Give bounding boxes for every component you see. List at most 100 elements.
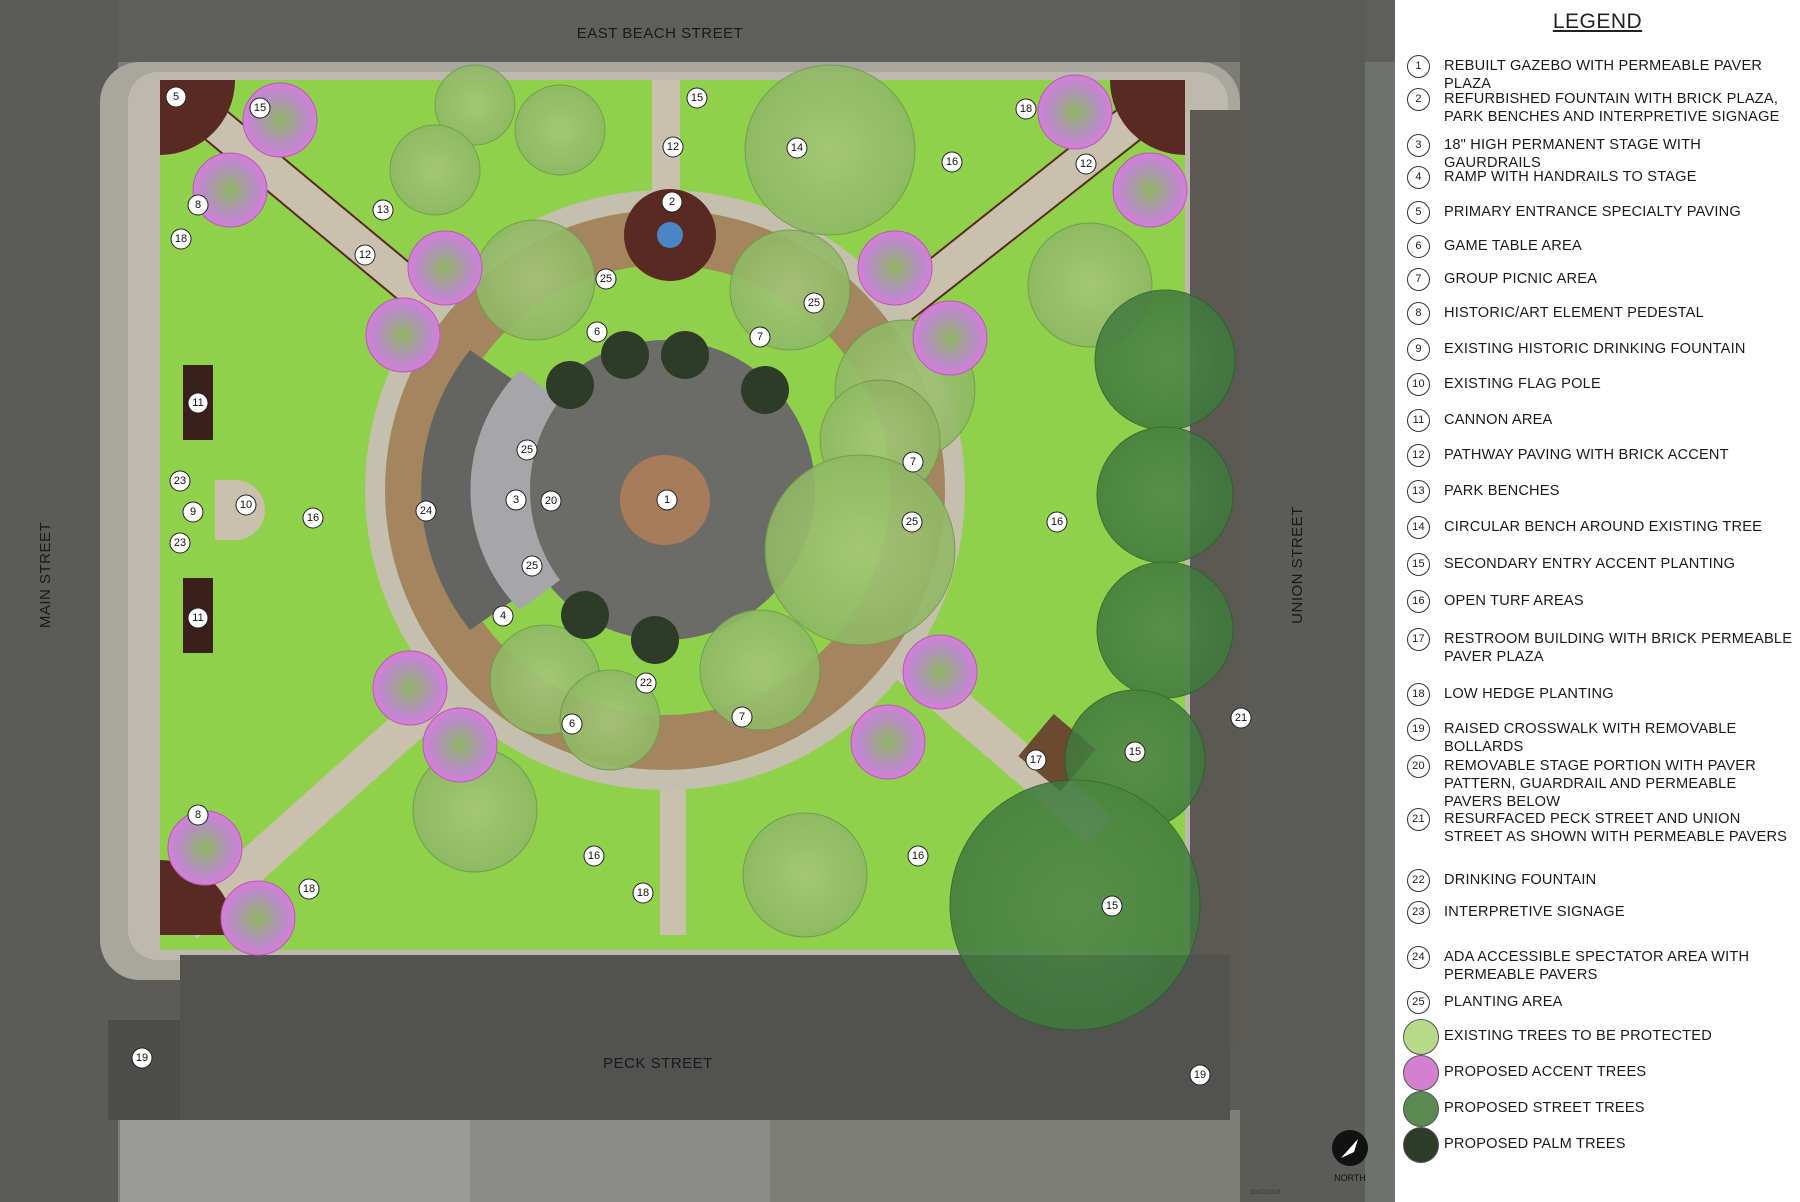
legend-text: GROUP PICNIC AREA [1444,271,1598,287]
legend-number: 23 [1407,901,1430,924]
legend-text: PATHWAY PAVING WITH BRICK ACCENT [1444,447,1729,463]
legend-text: HISTORIC/ART ELEMENT PEDESTAL [1444,305,1704,321]
legend-number: 2 [1407,88,1430,111]
callout-18a: 18 [170,228,192,250]
legend-number: 10 [1407,373,1430,396]
legend-number: 12 [1407,444,1430,467]
callout-25b: 25 [803,292,825,314]
legend-text: SECONDARY ENTRY ACCENT PLANTING [1444,556,1736,572]
callout-19b: 19 [1189,1064,1211,1086]
legend-number: 7 [1407,268,1430,291]
callout-18b: 18 [1015,98,1037,120]
legend-number: 25 [1407,991,1430,1014]
svg-text:17: 17 [1030,754,1042,766]
svg-text:7: 7 [910,456,916,468]
legend-text: PLANTING AREA [1444,994,1563,1010]
fountain [657,222,683,248]
legend-text: EXISTING FLAG POLE [1444,376,1601,392]
callout-12a: 12 [662,136,684,158]
callout-16a: 16 [302,507,324,529]
callout-9: 9 [182,501,204,523]
callout-4: 4 [492,605,514,627]
callout-22: 22 [635,672,657,694]
callout-25a: 25 [595,268,617,290]
legend-text: PARK BENCHES [1444,483,1560,499]
callout-6a: 6 [586,321,608,343]
legend-number: 13 [1407,480,1430,503]
svg-text:11: 11 [192,397,203,409]
svg-text:13: 13 [377,204,389,216]
legend-text: EXISTING TREES TO BE PROTECTED [1444,1028,1712,1044]
svg-text:15: 15 [691,92,703,104]
legend-text: 18" HIGH PERMANENT STAGE WITH GAURDRAILS [1444,137,1701,171]
palm-tree-icon [1403,1127,1439,1163]
svg-text:25: 25 [526,560,538,572]
legend-number: 17 [1407,628,1430,651]
svg-text:6: 6 [594,326,600,338]
north-arrow: NORTH [1320,1128,1380,1183]
callout-1: 1 [656,489,678,511]
legend-text: INTERPRETIVE SIGNAGE [1444,904,1625,920]
legend-number: 16 [1407,590,1430,613]
svg-text:16: 16 [946,156,958,168]
callout-13: 13 [372,199,394,221]
legend-text: REMOVABLE STAGE PORTION WITH PAVER PATTE… [1444,758,1756,810]
svg-text:25: 25 [600,273,612,285]
callout-5: 5 [165,86,187,108]
svg-text:11: 11 [192,612,203,624]
callout-12c: 12 [354,244,376,266]
svg-text:5: 5 [173,91,179,103]
legend-text: RAISED CROSSWALK WITH REMOVABLE BOLLARDS [1444,721,1737,755]
legend-text: RESURFACED PECK STREET AND UNION STREET … [1444,811,1788,845]
legend-text: EXISTING HISTORIC DRINKING FOUNTAIN [1444,341,1746,357]
legend-number: 11 [1407,409,1430,432]
callout-20: 20 [540,490,562,512]
svg-text:12: 12 [1080,158,1092,170]
callout-16c: 16 [1046,511,1068,533]
svg-text:23: 23 [174,475,186,487]
svg-text:6: 6 [569,718,575,730]
callout-12b: 12 [1075,153,1097,175]
callout-7c: 7 [731,706,753,728]
svg-text:12: 12 [667,141,679,153]
legend-text: REBUILT GAZEBO WITH PERMEABLE PAVER PLAZ… [1444,58,1763,92]
street-label-west: MAIN STREET [37,522,54,628]
legend-text: REFURBISHED FOUNTAIN WITH BRICK PLAZA, P… [1444,91,1780,125]
callout-7b: 7 [902,451,924,473]
svg-text:25: 25 [906,516,918,528]
svg-text:16: 16 [1051,516,1063,528]
legend-number: 1 [1407,55,1430,78]
legend-number: 15 [1407,553,1430,576]
svg-text:19: 19 [136,1052,148,1064]
svg-text:25: 25 [808,297,820,309]
callout-3: 3 [505,489,527,511]
legend-text: GAME TABLE AREA [1444,238,1582,254]
svg-text:14: 14 [791,142,803,154]
street-label-north: EAST BEACH STREET [577,25,744,42]
callout-23a: 23 [169,470,191,492]
legend-number: 22 [1407,869,1430,892]
building-south-2 [470,1120,770,1202]
plan-date: 10/02/2019 [1250,1190,1281,1196]
callout-11b: 11 [187,607,209,629]
svg-text:25: 25 [521,444,533,456]
legend-text: RESTROOM BUILDING WITH BRICK PERMEABLE P… [1444,631,1793,665]
callout-18c: 18 [298,878,320,900]
legend-text: PRIMARY ENTRANCE SPECIALTY PAVING [1444,204,1741,220]
existing-tree-icon [1403,1019,1439,1055]
svg-text:16: 16 [588,850,600,862]
legend-text: OPEN TURF AREAS [1444,593,1584,609]
callout-2: 2 [661,191,683,213]
legend-text: LOW HEDGE PLANTING [1444,686,1614,702]
svg-text:1: 1 [664,494,670,506]
callout-15d: 15 [1101,895,1123,917]
legend-text: RAMP WITH HANDRAILS TO STAGE [1444,169,1697,185]
building-south [120,1110,470,1202]
legend-number: 24 [1407,946,1430,969]
callout-15b: 15 [686,87,708,109]
legend-number: 14 [1407,516,1430,539]
north-label: NORTH [1334,1173,1366,1183]
svg-text:20: 20 [545,495,557,507]
site-plan-map: EAST BEACH STREET PECK STREET MAIN STREE… [0,0,1395,1202]
legend-title: LEGEND [1552,10,1643,33]
